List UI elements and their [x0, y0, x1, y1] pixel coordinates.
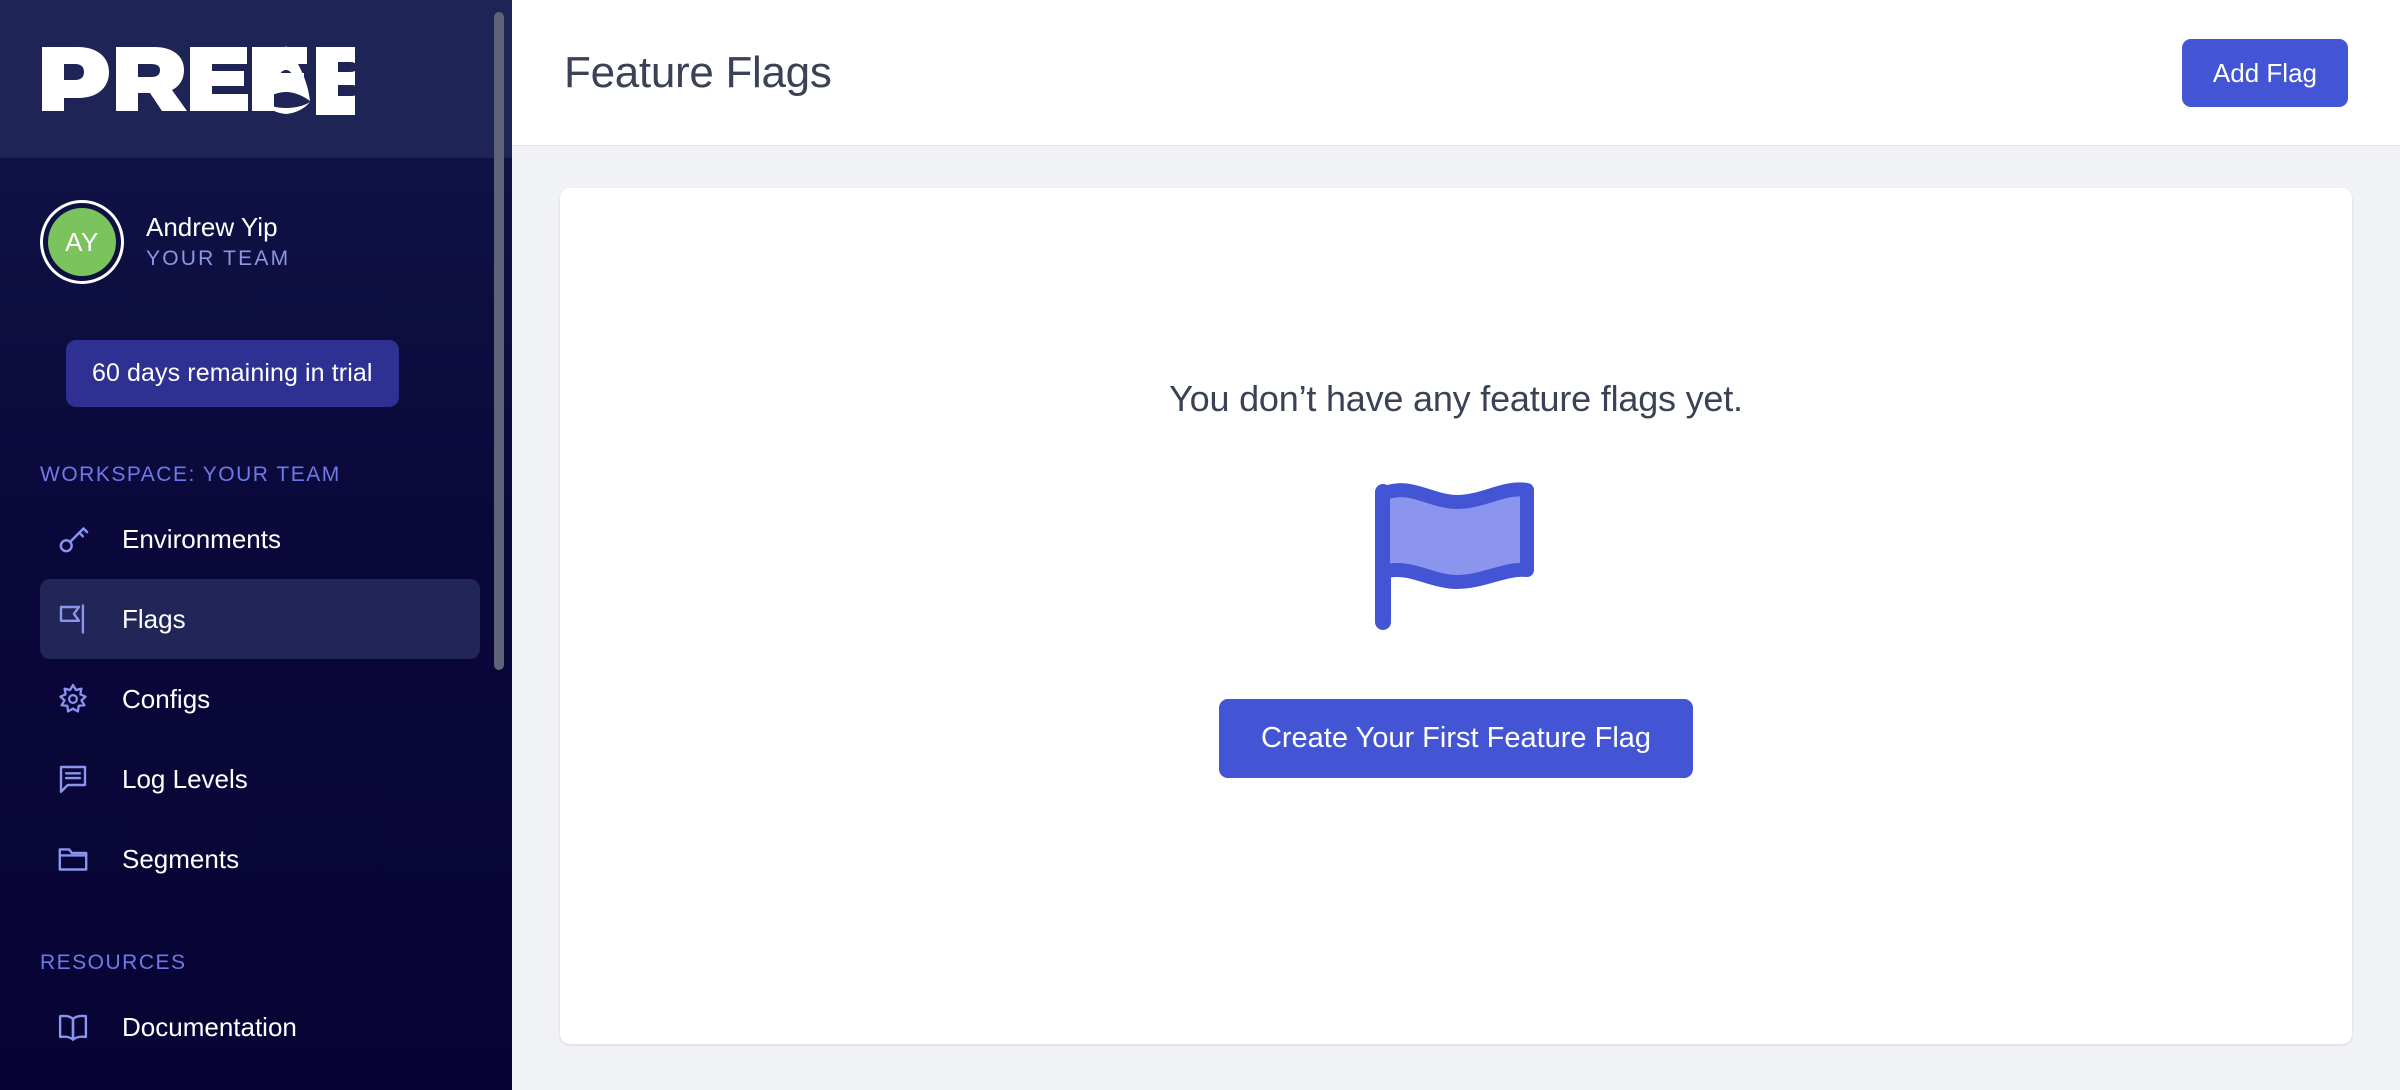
- main-area: Feature Flags Add Flag You don’t have an…: [512, 0, 2400, 1090]
- nav-section-label-workspace: WORKSPACE: YOUR TEAM: [40, 463, 341, 486]
- sidebar-item-documentation[interactable]: Documentation: [40, 987, 480, 1067]
- waving-flag-illustration-icon: [1369, 472, 1544, 637]
- nav-list-resources: Documentation: [0, 987, 512, 1067]
- sidebar-item-log-levels[interactable]: Log Levels: [40, 739, 480, 819]
- add-flag-button[interactable]: Add Flag: [2181, 38, 2348, 107]
- sidebar-item-label: Log Levels: [122, 764, 248, 794]
- nav-list-workspace: Environments Flags Configs Log Levels Se…: [0, 499, 512, 899]
- sidebar-item-label: Flags: [122, 604, 186, 634]
- flag-icon: [54, 600, 92, 638]
- sidebar-scrollbar-thumb[interactable]: [494, 12, 504, 670]
- content-area: You don’t have any feature flags yet. Cr…: [512, 146, 2400, 1090]
- user-profile[interactable]: AY Andrew Yip YOUR TEAM: [0, 158, 512, 284]
- empty-state-message: You don’t have any feature flags yet.: [1169, 378, 1743, 419]
- app-root: AY Andrew Yip YOUR TEAM 60 days remainin…: [0, 0, 2400, 1090]
- book-icon: [54, 1008, 92, 1046]
- prefab-rocket-logo-icon: [40, 43, 355, 115]
- sidebar-item-label: Configs: [122, 684, 211, 714]
- trial-badge-wrap: 60 days remaining in trial: [0, 284, 512, 407]
- avatar: AY: [40, 200, 124, 284]
- message-lines-icon: [54, 760, 92, 798]
- sidebar: AY Andrew Yip YOUR TEAM 60 days remainin…: [0, 0, 512, 1090]
- folder-icon: [54, 840, 92, 878]
- user-text: Andrew Yip YOUR TEAM: [146, 211, 290, 273]
- trial-badge[interactable]: 60 days remaining in trial: [66, 340, 399, 407]
- key-icon: [54, 520, 92, 558]
- user-team: YOUR TEAM: [146, 247, 291, 270]
- sidebar-item-segments[interactable]: Segments: [40, 819, 480, 899]
- gear-icon: [54, 680, 92, 718]
- sidebar-item-label: Environments: [122, 524, 281, 554]
- nav-section-label-resources: RESOURCES: [40, 951, 187, 974]
- sidebar-scrollbar[interactable]: [492, 0, 506, 1090]
- sidebar-item-configs[interactable]: Configs: [40, 659, 480, 739]
- brand-logo[interactable]: [0, 0, 512, 158]
- create-first-flag-button[interactable]: Create Your First Feature Flag: [1218, 699, 1694, 778]
- empty-state-card: You don’t have any feature flags yet. Cr…: [560, 188, 2352, 1044]
- sidebar-item-environments[interactable]: Environments: [40, 499, 480, 579]
- page-title: Feature Flags: [564, 47, 832, 97]
- avatar-initials: AY: [48, 208, 116, 276]
- sidebar-item-flags[interactable]: Flags: [40, 579, 480, 659]
- sidebar-item-label: Segments: [122, 844, 240, 874]
- user-name: Andrew Yip: [146, 212, 278, 242]
- page-header: Feature Flags Add Flag: [512, 0, 2400, 146]
- sidebar-item-label: Documentation: [122, 1012, 297, 1042]
